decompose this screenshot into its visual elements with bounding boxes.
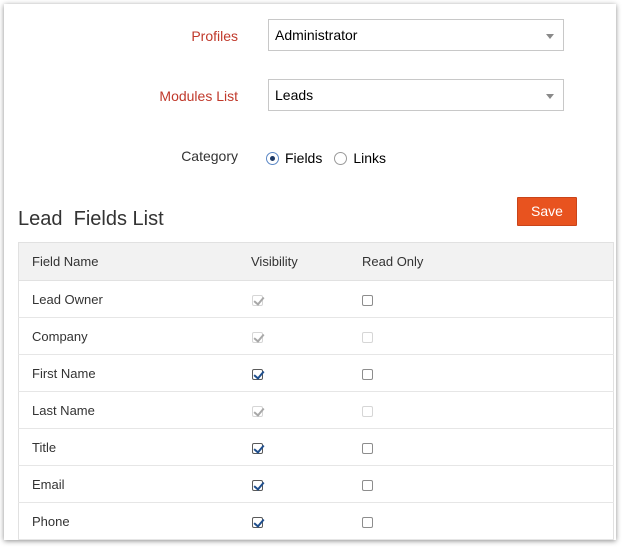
field-name-cell: First Name xyxy=(18,354,251,392)
read-only-checkbox[interactable] xyxy=(362,368,373,380)
header-read-only: Read Only xyxy=(362,242,614,281)
category-label: Category xyxy=(181,148,238,164)
field-name-cell: Title xyxy=(18,428,251,466)
table-header-row: Field Name Visibility Read Only xyxy=(18,242,614,281)
modules-select-value: Leads xyxy=(275,87,314,103)
visibility-cell xyxy=(251,391,362,429)
modules-list-select[interactable]: Leads xyxy=(268,79,564,111)
save-button[interactable]: Save xyxy=(517,197,577,226)
read-only-cell xyxy=(362,428,614,466)
radio-fields-label[interactable]: Fields xyxy=(285,150,322,166)
read-only-checkbox[interactable] xyxy=(362,442,373,454)
visibility-cell xyxy=(251,354,362,392)
field-name-cell: Phone xyxy=(18,502,251,540)
fields-table: Field Name Visibility Read Only Lead Own… xyxy=(18,242,614,540)
radio-links-label[interactable]: Links xyxy=(353,150,386,166)
radio-fields[interactable] xyxy=(266,151,279,165)
visibility-checkbox[interactable] xyxy=(252,442,263,454)
visibility-checkbox xyxy=(252,405,263,417)
fields-list-title: Lead Fields List xyxy=(18,208,164,230)
chevron-down-icon xyxy=(546,94,554,99)
visibility-cell xyxy=(251,317,362,355)
visibility-checkbox xyxy=(252,294,263,306)
visibility-cell xyxy=(251,280,362,318)
read-only-cell xyxy=(362,317,614,355)
visibility-cell xyxy=(251,465,362,503)
visibility-checkbox[interactable] xyxy=(252,479,263,491)
category-radio-group: Fields Links xyxy=(266,150,398,166)
read-only-checkbox[interactable] xyxy=(362,516,373,528)
radio-links[interactable] xyxy=(334,151,348,165)
modules-list-label: Modules List xyxy=(159,88,238,104)
read-only-cell xyxy=(362,502,614,540)
header-field-name: Field Name xyxy=(18,242,251,281)
read-only-checkbox xyxy=(362,331,373,343)
table-row: Title xyxy=(18,428,614,466)
field-name-cell: Email xyxy=(18,465,251,503)
table-row: Email xyxy=(18,465,614,503)
visibility-checkbox[interactable] xyxy=(252,516,263,528)
profiles-label: Profiles xyxy=(191,28,238,44)
field-name-cell: Company xyxy=(18,317,251,355)
visibility-cell xyxy=(251,428,362,466)
table-row: Company xyxy=(18,317,614,355)
field-name-cell: Lead Owner xyxy=(18,280,251,318)
table-row: Last Name xyxy=(18,391,614,429)
table-row: Phone xyxy=(18,502,614,540)
read-only-cell xyxy=(362,280,614,318)
visibility-cell xyxy=(251,502,362,540)
read-only-checkbox[interactable] xyxy=(362,479,373,491)
read-only-cell xyxy=(362,391,614,429)
read-only-cell xyxy=(362,465,614,503)
profiles-select[interactable]: Administrator xyxy=(268,19,564,51)
permissions-panel: Profiles Administrator Modules List Lead… xyxy=(4,4,616,540)
header-visibility: Visibility xyxy=(251,242,362,281)
profiles-select-value: Administrator xyxy=(275,27,358,43)
read-only-checkbox xyxy=(362,405,373,417)
table-row: First Name xyxy=(18,354,614,392)
chevron-down-icon xyxy=(546,34,554,39)
visibility-checkbox[interactable] xyxy=(252,368,263,380)
read-only-cell xyxy=(362,354,614,392)
read-only-checkbox[interactable] xyxy=(362,294,373,306)
field-name-cell: Last Name xyxy=(18,391,251,429)
visibility-checkbox xyxy=(252,331,263,343)
table-row: Lead Owner xyxy=(18,280,614,318)
